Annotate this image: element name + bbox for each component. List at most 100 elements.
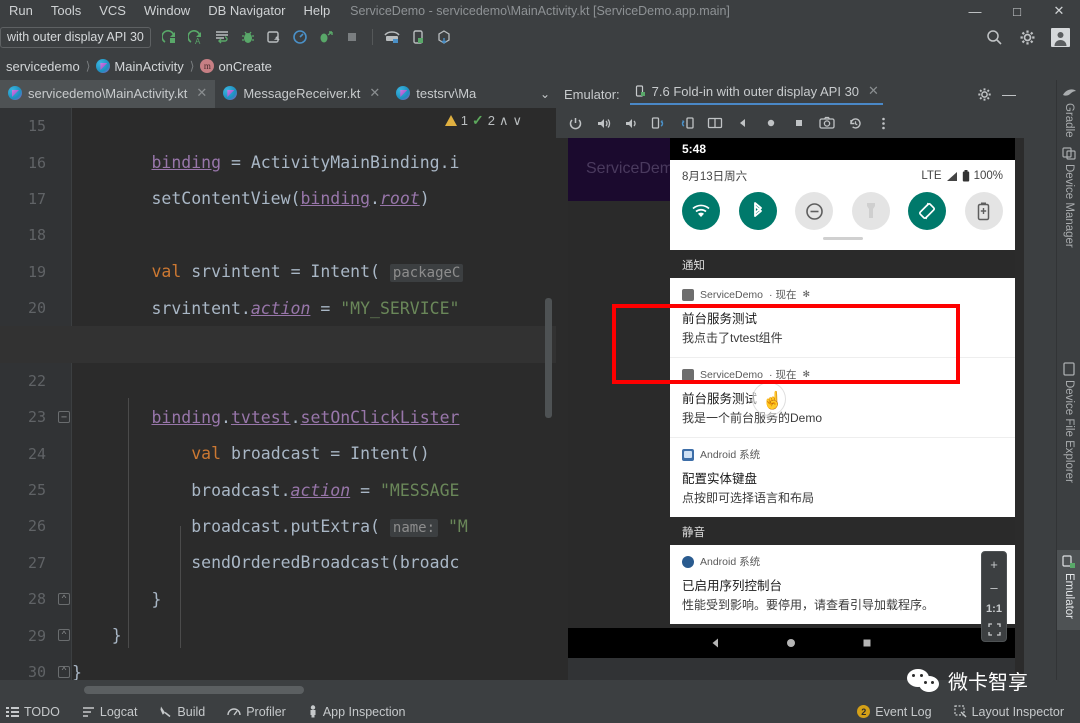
tile-battery-saver[interactable] bbox=[964, 192, 1003, 230]
menu-item-window[interactable]: Window bbox=[135, 0, 199, 22]
android-nav-bar[interactable] bbox=[568, 628, 1015, 658]
code-line[interactable]: 17 setContentView(binding.root) bbox=[0, 181, 556, 217]
fold-end-icon[interactable]: ⌃ bbox=[58, 629, 70, 642]
emulator-device-tab[interactable]: 7.6 Fold-in with outer display API 30 ✕ bbox=[629, 83, 883, 105]
menu-item-db-navigator[interactable]: DB Navigator bbox=[199, 0, 294, 22]
notification-shade[interactable]: 8月13日周六 LTE 100% 通知 ServiceDemo · 现在 ✻ 前… bbox=[670, 160, 1015, 647]
status-item-logcat[interactable]: Logcat bbox=[71, 705, 149, 719]
run-configuration-selector[interactable]: with outer display API 30 bbox=[0, 26, 151, 48]
code-text[interactable]: sendOrderedBroadcast(broadc bbox=[52, 553, 459, 572]
code-lines[interactable]: 15 16 binding = ActivityMainBinding.i 17 s… bbox=[0, 108, 556, 680]
screenshot-icon[interactable] bbox=[814, 110, 840, 136]
more-options-icon[interactable] bbox=[870, 110, 896, 136]
actual-size-button[interactable]: 1:1 bbox=[986, 603, 1002, 615]
sidebar-item-device-manager[interactable]: Device Manager bbox=[1057, 146, 1080, 248]
fold-collapse-icon[interactable]: − bbox=[58, 411, 70, 424]
code-line[interactable]: 25 broadcast.action = "MESSAGE bbox=[0, 472, 556, 508]
rotate-right-icon[interactable] bbox=[674, 110, 700, 136]
breadcrumb-item-method[interactable]: onCreate bbox=[218, 59, 271, 74]
power-icon[interactable] bbox=[562, 110, 588, 136]
status-item-build[interactable]: Build bbox=[148, 705, 216, 719]
editor-tab-messagereceiver[interactable]: MessageReceiver.kt ✕ bbox=[215, 80, 388, 108]
code-text[interactable]: srvintent.action = "MY_SERVICE" bbox=[52, 299, 459, 318]
code-text[interactable]: binding.tvtest.setOnClickLister bbox=[52, 408, 459, 427]
close-tab-icon-2[interactable]: ✕ bbox=[369, 85, 380, 101]
zoom-in-button[interactable]: + bbox=[990, 557, 998, 572]
fold-end-icon[interactable]: ⌃ bbox=[58, 665, 70, 678]
editor-tab-mainactivity[interactable]: servicedemo\MainActivity.kt ✕ bbox=[0, 80, 216, 108]
breadcrumb-item-class[interactable]: MainActivity bbox=[114, 59, 183, 74]
notification-item-silent-1[interactable]: Android 系统 已启用序列控制台 性能受到影响。要停用，请查看引导加载程序… bbox=[670, 545, 1015, 624]
code-text[interactable]: val srvintent = Intent( packageC bbox=[52, 262, 464, 283]
code-line[interactable]: 20 srvintent.action = "MY_SERVICE" bbox=[0, 290, 556, 326]
status-item-event-log[interactable]: 2 Event Log bbox=[846, 705, 942, 719]
emulator-device[interactable]: ServiceDemo 5:48 8月13日周六 LTE 100% 通知 Ser… bbox=[568, 138, 1015, 680]
device-manager-icon[interactable] bbox=[407, 26, 430, 49]
status-item-layout-inspector[interactable]: Layout Inspector bbox=[943, 705, 1080, 719]
code-line[interactable]: 19 val srvintent = Intent( packageC bbox=[0, 254, 556, 290]
performance-icon[interactable] bbox=[289, 26, 312, 49]
code-line[interactable]: 16 binding = ActivityMainBinding.i bbox=[0, 144, 556, 180]
minimize-button[interactable]: — bbox=[954, 0, 996, 22]
tile-auto-rotate[interactable] bbox=[908, 192, 947, 230]
code-text[interactable]: binding = ActivityMainBinding.i bbox=[52, 153, 459, 172]
run-with-coverage-icon[interactable]: A bbox=[185, 26, 208, 49]
notification-item-2[interactable]: ServiceDemo · 现在 ✻ 前台服务测试 我是一个前台服务的Demo … bbox=[670, 357, 1015, 437]
run-console-icon[interactable] bbox=[211, 26, 234, 49]
history-icon[interactable] bbox=[842, 110, 868, 136]
menu-item-help[interactable]: Help bbox=[295, 0, 340, 22]
code-line[interactable]: 23 binding.tvtest.setOnClickLister − bbox=[0, 399, 556, 435]
menu-item-tools[interactable]: Tools bbox=[42, 0, 90, 22]
status-item-todo[interactable]: TODO bbox=[0, 705, 71, 719]
notification-item-3[interactable]: Android 系统 配置实体键盘 点按即可选择语言和布局 bbox=[670, 437, 1015, 517]
back-icon[interactable] bbox=[730, 110, 756, 136]
code-line[interactable]: 22 bbox=[0, 363, 556, 399]
editor-tab-testsrv[interactable]: testsrv\Ma bbox=[388, 80, 484, 108]
tile-do-not-disturb[interactable] bbox=[795, 192, 834, 230]
emulator-device-area[interactable]: ServiceDemo 5:48 8月13日周六 LTE 100% 通知 Ser… bbox=[556, 138, 1024, 680]
tile-bluetooth[interactable] bbox=[738, 192, 777, 230]
prev-problem-icon[interactable]: ∧ bbox=[499, 113, 509, 129]
code-line[interactable]: 21 startForegroundService(srvinten bbox=[0, 326, 556, 363]
fit-to-window-icon[interactable] bbox=[987, 623, 1001, 636]
maximize-button[interactable]: □ bbox=[996, 0, 1038, 22]
sidebar-item-device-file-explorer[interactable]: Device File Explorer bbox=[1057, 362, 1080, 483]
code-text[interactable]: broadcast.putExtra( name: "M bbox=[52, 517, 468, 537]
zoom-out-button[interactable]: – bbox=[990, 580, 997, 595]
code-line[interactable]: 28 } ⌃ bbox=[0, 581, 556, 617]
overview-icon[interactable] bbox=[786, 110, 812, 136]
volume-down-icon[interactable] bbox=[618, 110, 644, 136]
sidebar-item-emulator[interactable]: Emulator bbox=[1057, 550, 1080, 630]
code-text[interactable]: val broadcast = Intent() bbox=[52, 444, 429, 463]
gear-icon[interactable] bbox=[1016, 26, 1039, 49]
code-line[interactable]: 29 } ⌃ bbox=[0, 617, 556, 653]
notification-expand-icon-2[interactable]: ✻ bbox=[802, 369, 810, 380]
code-line[interactable]: 30} ⌃ bbox=[0, 654, 556, 680]
code-text[interactable]: broadcast.action = "MESSAGE bbox=[52, 481, 459, 500]
code-line[interactable]: 24 val broadcast = Intent() bbox=[0, 436, 556, 472]
menu-item-vcs[interactable]: VCS bbox=[90, 0, 135, 22]
fold-end-icon[interactable]: ⌃ bbox=[58, 593, 70, 606]
breadcrumb-item-module[interactable]: servicedemo bbox=[6, 59, 80, 74]
profile-icon[interactable] bbox=[263, 26, 286, 49]
close-emulator-tab-icon[interactable]: ✕ bbox=[868, 83, 879, 99]
code-line[interactable]: 27 sendOrderedBroadcast(broadc bbox=[0, 545, 556, 581]
search-icon[interactable] bbox=[983, 26, 1006, 49]
attach-debugger-icon[interactable] bbox=[315, 26, 338, 49]
editor-horizontal-scrollbar[interactable] bbox=[84, 686, 304, 694]
status-item-profiler[interactable]: Profiler bbox=[216, 705, 297, 719]
stop-icon[interactable] bbox=[341, 26, 364, 49]
run-icon[interactable] bbox=[159, 26, 182, 49]
inspection-widget[interactable]: 1 ✓ 2 ∧ ∨ bbox=[444, 112, 522, 129]
notification-expand-icon-1[interactable]: ✻ bbox=[802, 289, 810, 300]
code-editor[interactable]: 15 16 binding = ActivityMainBinding.i 17 s… bbox=[0, 108, 556, 680]
volume-up-icon[interactable] bbox=[590, 110, 616, 136]
debug-icon[interactable] bbox=[237, 26, 260, 49]
phone-screen[interactable]: ServiceDemo 5:48 8月13日周六 LTE 100% 通知 Ser… bbox=[568, 138, 1015, 658]
code-line[interactable]: 18 bbox=[0, 217, 556, 253]
home-icon[interactable] bbox=[758, 110, 784, 136]
shade-drag-handle[interactable] bbox=[822, 237, 863, 240]
menu-item-run[interactable]: Run bbox=[0, 0, 42, 22]
next-problem-icon[interactable]: ∨ bbox=[512, 113, 522, 129]
notification-item-1[interactable]: ServiceDemo · 现在 ✻ 前台服务测试 我点击了tvtest组件 bbox=[670, 278, 1015, 357]
